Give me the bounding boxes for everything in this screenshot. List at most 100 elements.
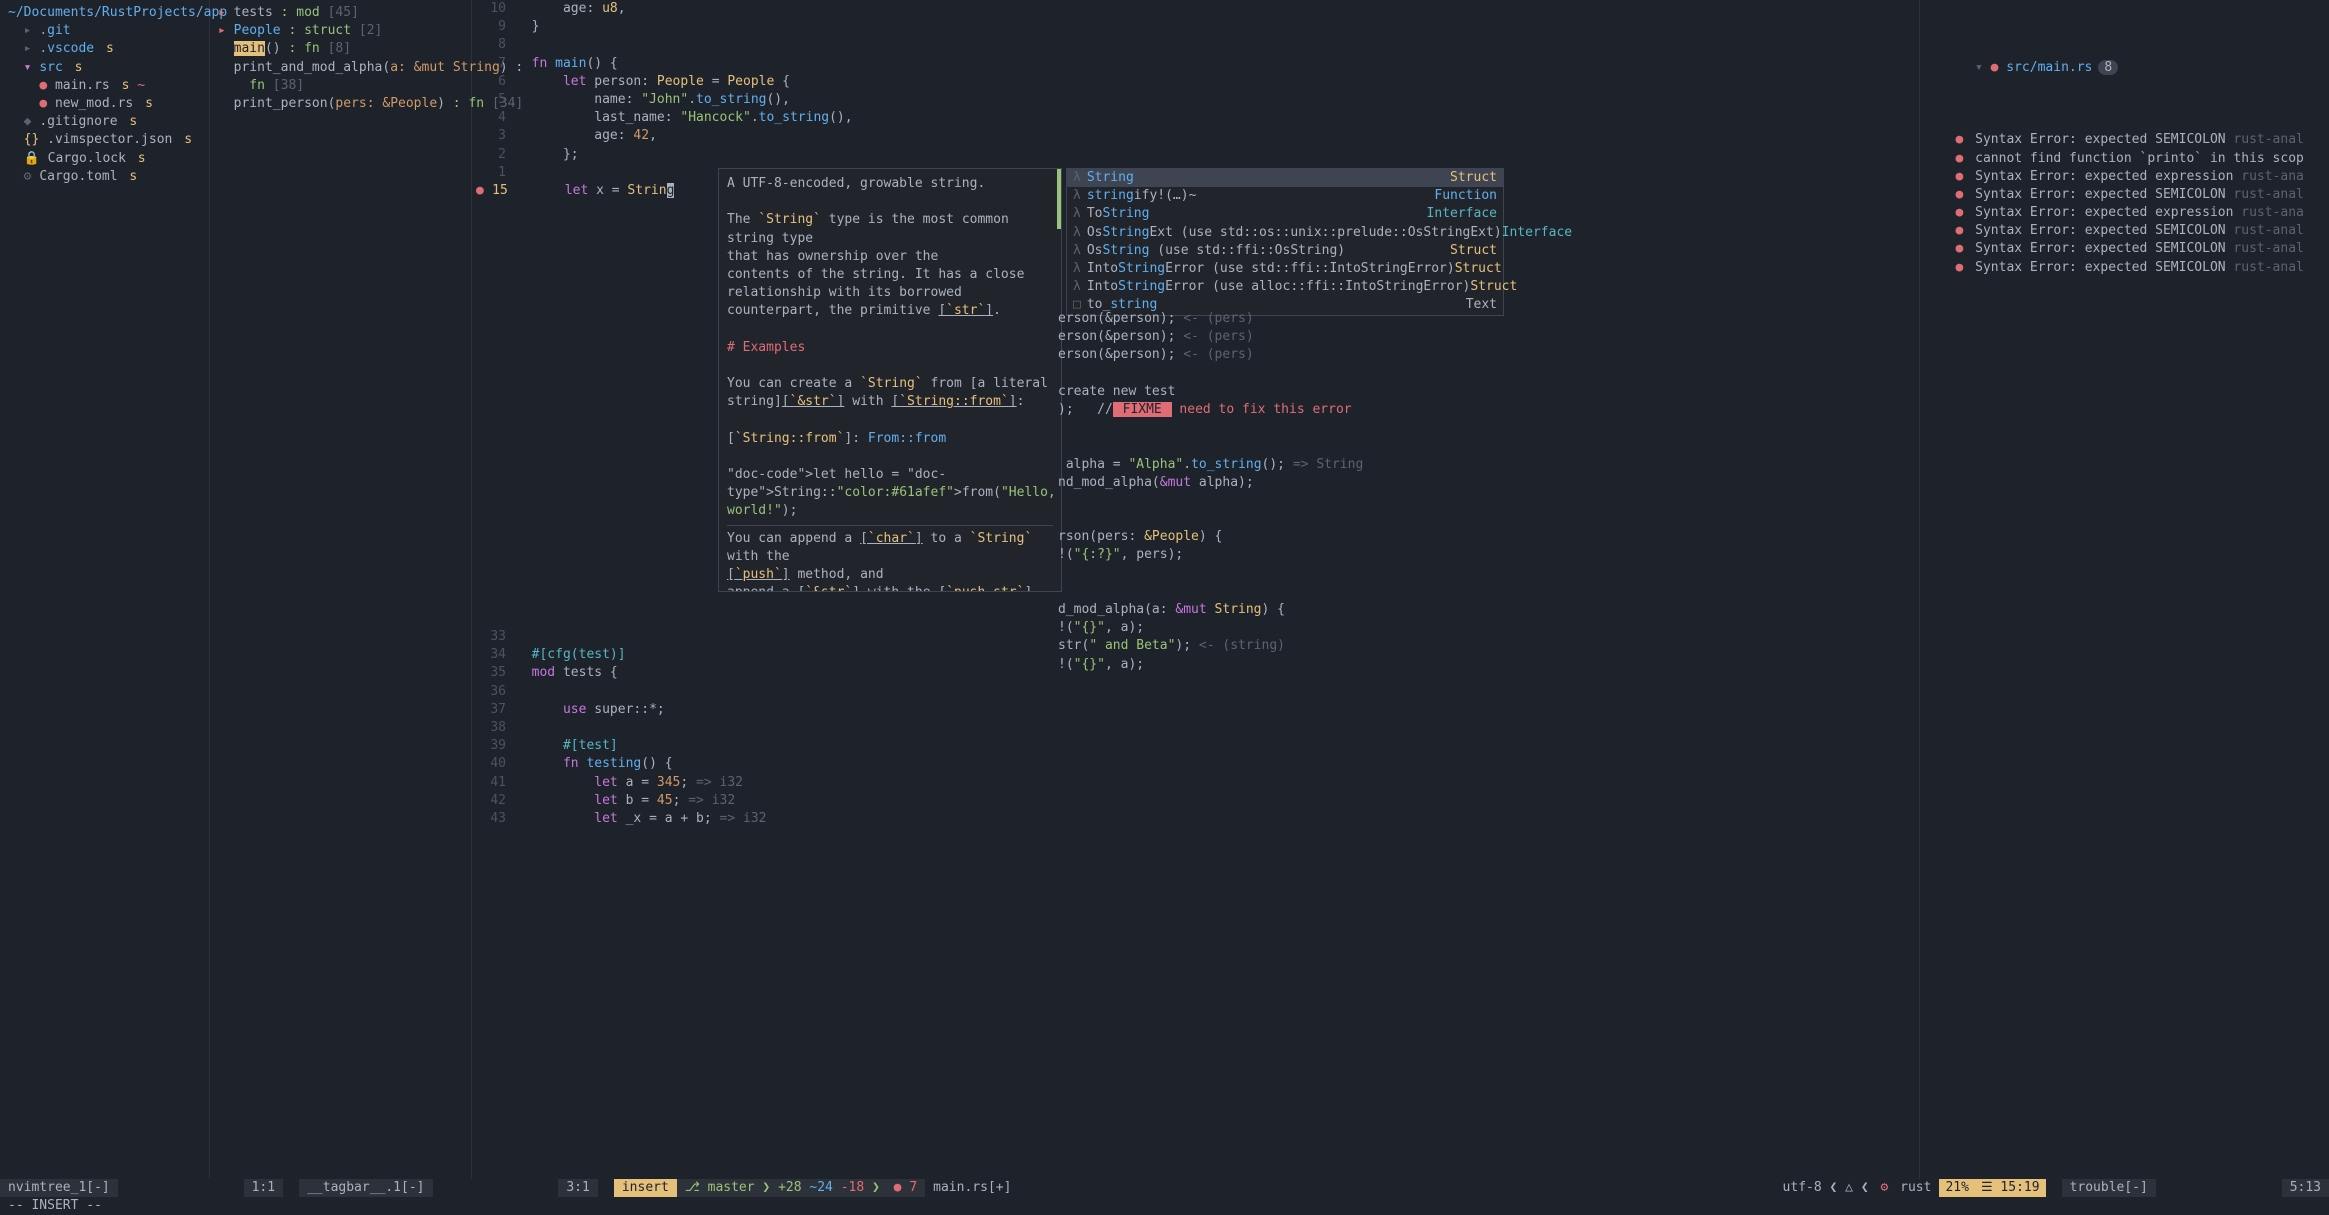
- code-line[interactable]: [1058, 583, 1363, 601]
- completion-item[interactable]: λIntoStringError (use alloc::ffi::IntoSt…: [1067, 278, 1503, 296]
- completion-item[interactable]: λOsStringExt (use std::os::unix::prelude…: [1067, 224, 1503, 242]
- completion-item[interactable]: λstringify!(…)~Function: [1067, 187, 1503, 205]
- diagnostic-item[interactable]: ● Syntax Error: expected SEMICOLON rust-…: [1928, 222, 2321, 240]
- statusbar: nvimtree_1[-] 1:1 __tagbar__.1[-] 3:1 in…: [0, 1179, 2329, 1197]
- code-line[interactable]: nd_mod_alpha(&mut alpha);: [1058, 474, 1363, 492]
- file-tree-item[interactable]: ◆ .gitignore s: [8, 113, 201, 131]
- file-tree-item[interactable]: ▸ .git: [8, 22, 201, 40]
- code-line[interactable]: 5 name: "John".to_string(),: [476, 91, 1919, 109]
- sb-trouble-name: trouble[-]: [2062, 1179, 2156, 1197]
- sb-tree-pos: 1:1: [244, 1179, 283, 1197]
- trouble-panel: ▾ ● src/main.rs8 ● Syntax Error: expecte…: [1919, 0, 2329, 1179]
- doc-line: # Examples: [727, 339, 1053, 357]
- code-line[interactable]: alpha = "Alpha".to_string(); => String: [1058, 456, 1363, 474]
- sb-mode: insert: [614, 1179, 677, 1197]
- completion-popup[interactable]: λStringStructλstringify!(…)~FunctionλToS…: [1066, 168, 1504, 316]
- file-tree-item[interactable]: ⚙ Cargo.toml s: [8, 168, 201, 186]
- doc-line: that has ownership over the: [727, 248, 1053, 266]
- code-line[interactable]: [1058, 365, 1363, 383]
- doc-line: You can append a [`char`] to a `String` …: [727, 530, 1053, 566]
- code-line[interactable]: !("{}", a);: [1058, 656, 1363, 674]
- completion-item[interactable]: λIntoStringError (use std::ffi::IntoStri…: [1067, 260, 1503, 278]
- gear-icon: ⚙: [1880, 1180, 1888, 1195]
- file-tree-item[interactable]: ● new_mod.rs s: [8, 95, 201, 113]
- doc-line: relationship with its borrowed: [727, 284, 1053, 302]
- sb-trouble-pos: 5:13: [2282, 1179, 2329, 1197]
- code-line[interactable]: erson(&person); <- (pers): [1058, 310, 1363, 328]
- file-tree-item[interactable]: ▸ .vscode s: [8, 40, 201, 58]
- code-line[interactable]: !("{:?}", pers);: [1058, 546, 1363, 564]
- doc-line: [727, 321, 1053, 339]
- code-line[interactable]: str(" and Beta"); <- (string): [1058, 637, 1363, 655]
- diagnostic-item[interactable]: ● cannot find function `printo` in this …: [1928, 150, 2321, 168]
- code-line[interactable]: [1058, 437, 1363, 455]
- diagnostic-item[interactable]: ● Syntax Error: expected SEMICOLON rust-…: [1928, 131, 2321, 149]
- code-line[interactable]: 2 };: [476, 146, 1919, 164]
- code-line[interactable]: 8: [476, 36, 1919, 54]
- doc-line: contents of the string. It has a close: [727, 266, 1053, 284]
- doc-line: The `String` type is the most common str…: [727, 211, 1053, 247]
- code-line[interactable]: 9 }: [476, 18, 1919, 36]
- scrollbar-icon[interactable]: [1057, 169, 1061, 229]
- code-editor[interactable]: 10 age: u8,9 }8 7 fn main() {6 let perso…: [472, 0, 1919, 1179]
- doc-line: You can create a `String` from [a litera…: [727, 375, 1053, 393]
- git-branch-icon: ⎇: [685, 1180, 708, 1195]
- diagnostic-item[interactable]: ● Syntax Error: expected SEMICOLON rust-…: [1928, 259, 2321, 277]
- sb-encoding: utf-8 ❮ △ ❮ ⚙ rust: [1775, 1179, 1940, 1197]
- code-line[interactable]: 7 fn main() {: [476, 55, 1919, 73]
- diagnostic-item[interactable]: ● Syntax Error: expected SEMICOLON rust-…: [1928, 186, 2321, 204]
- file-tree-item[interactable]: ● main.rs s ~: [8, 77, 201, 95]
- doc-line: [727, 411, 1053, 429]
- code-line[interactable]: 37 use super::*;: [476, 701, 1919, 719]
- doc-line: [`String::from`]: From::from: [727, 430, 1053, 448]
- file-tree-item[interactable]: ▾ src s: [8, 59, 201, 77]
- code-line[interactable]: erson(&person); <- (pers): [1058, 328, 1363, 346]
- code-line[interactable]: !("{}", a);: [1058, 619, 1363, 637]
- doc-line: counterpart, the primitive [`str`].: [727, 302, 1053, 320]
- code-line[interactable]: 39 #[test]: [476, 737, 1919, 755]
- code-line[interactable]: 40 fn testing() {: [476, 755, 1919, 773]
- code-line[interactable]: 36: [476, 683, 1919, 701]
- trouble-file-header[interactable]: ▾ ● src/main.rs8: [1928, 40, 2321, 95]
- file-tree-root[interactable]: ~/Documents/RustProjects/app: [8, 4, 201, 22]
- tagbar-item[interactable]: print_and_mod_alpha(a: &mut String) : fn…: [218, 59, 463, 95]
- tagbar-item[interactable]: ▸ People : struct [2]: [218, 22, 463, 40]
- mode-indicator: -- INSERT --: [0, 1197, 2329, 1215]
- code-line[interactable]: 43 let _x = a + b; => i32: [476, 810, 1919, 828]
- code-line[interactable]: 4 last_name: "Hancock".to_string(),: [476, 109, 1919, 127]
- completion-item[interactable]: λToStringInterface: [1067, 205, 1503, 223]
- doc-line: [`push`] method, and: [727, 566, 1053, 584]
- code-line[interactable]: erson(&person); <- (pers): [1058, 346, 1363, 364]
- doc-line: [727, 448, 1053, 466]
- diagnostic-item[interactable]: ● Syntax Error: expected expression rust…: [1928, 204, 2321, 222]
- tagbar-item[interactable]: ▸ tests : mod [45]: [218, 4, 463, 22]
- code-line[interactable]: [1058, 419, 1363, 437]
- documentation-popup[interactable]: A UTF-8-encoded, growable string. The `S…: [718, 168, 1062, 592]
- code-line[interactable]: ); // FIXME need to fix this error: [1058, 401, 1363, 419]
- code-line[interactable]: 3 age: 42,: [476, 127, 1919, 145]
- code-line[interactable]: rson(pers: &People) {: [1058, 528, 1363, 546]
- code-line[interactable]: create new test: [1058, 383, 1363, 401]
- tagbar-item[interactable]: main() : fn [8]: [218, 40, 463, 58]
- doc-line: A UTF-8-encoded, growable string.: [727, 175, 1053, 193]
- tagbar-item[interactable]: print_person(pers: &People) : fn [34]: [218, 95, 463, 113]
- code-line[interactable]: 38: [476, 719, 1919, 737]
- file-tree-item[interactable]: {} .vimspector.json s: [8, 131, 201, 149]
- code-line[interactable]: [1058, 565, 1363, 583]
- file-tree-panel: ~/Documents/RustProjects/app ▸ .git ▸ .v…: [0, 0, 210, 1179]
- sb-filename: main.rs[+]: [925, 1179, 1019, 1197]
- completion-item[interactable]: λStringStruct: [1067, 169, 1503, 187]
- diagnostic-item[interactable]: ● Syntax Error: expected SEMICOLON rust-…: [1928, 240, 2321, 258]
- code-line[interactable]: 6 let person: People = People {: [476, 73, 1919, 91]
- sb-position: ☰ 15:19: [1975, 1179, 2046, 1197]
- file-tree-item[interactable]: 🔒 Cargo.lock s: [8, 150, 201, 168]
- code-line[interactable]: d_mod_alpha(a: &mut String) {: [1058, 601, 1363, 619]
- completion-item[interactable]: λOsString (use std::ffi::OsString)Struct: [1067, 242, 1503, 260]
- code-line[interactable]: 42 let b = 45; => i32: [476, 792, 1919, 810]
- doc-line: append a [`&str`] with the [`push_str`] …: [727, 584, 1053, 592]
- code-line[interactable]: [1058, 510, 1363, 528]
- code-line[interactable]: 10 age: u8,: [476, 0, 1919, 18]
- diagnostic-item[interactable]: ● Syntax Error: expected expression rust…: [1928, 168, 2321, 186]
- code-line[interactable]: [1058, 492, 1363, 510]
- code-line[interactable]: 41 let a = 345; => i32: [476, 774, 1919, 792]
